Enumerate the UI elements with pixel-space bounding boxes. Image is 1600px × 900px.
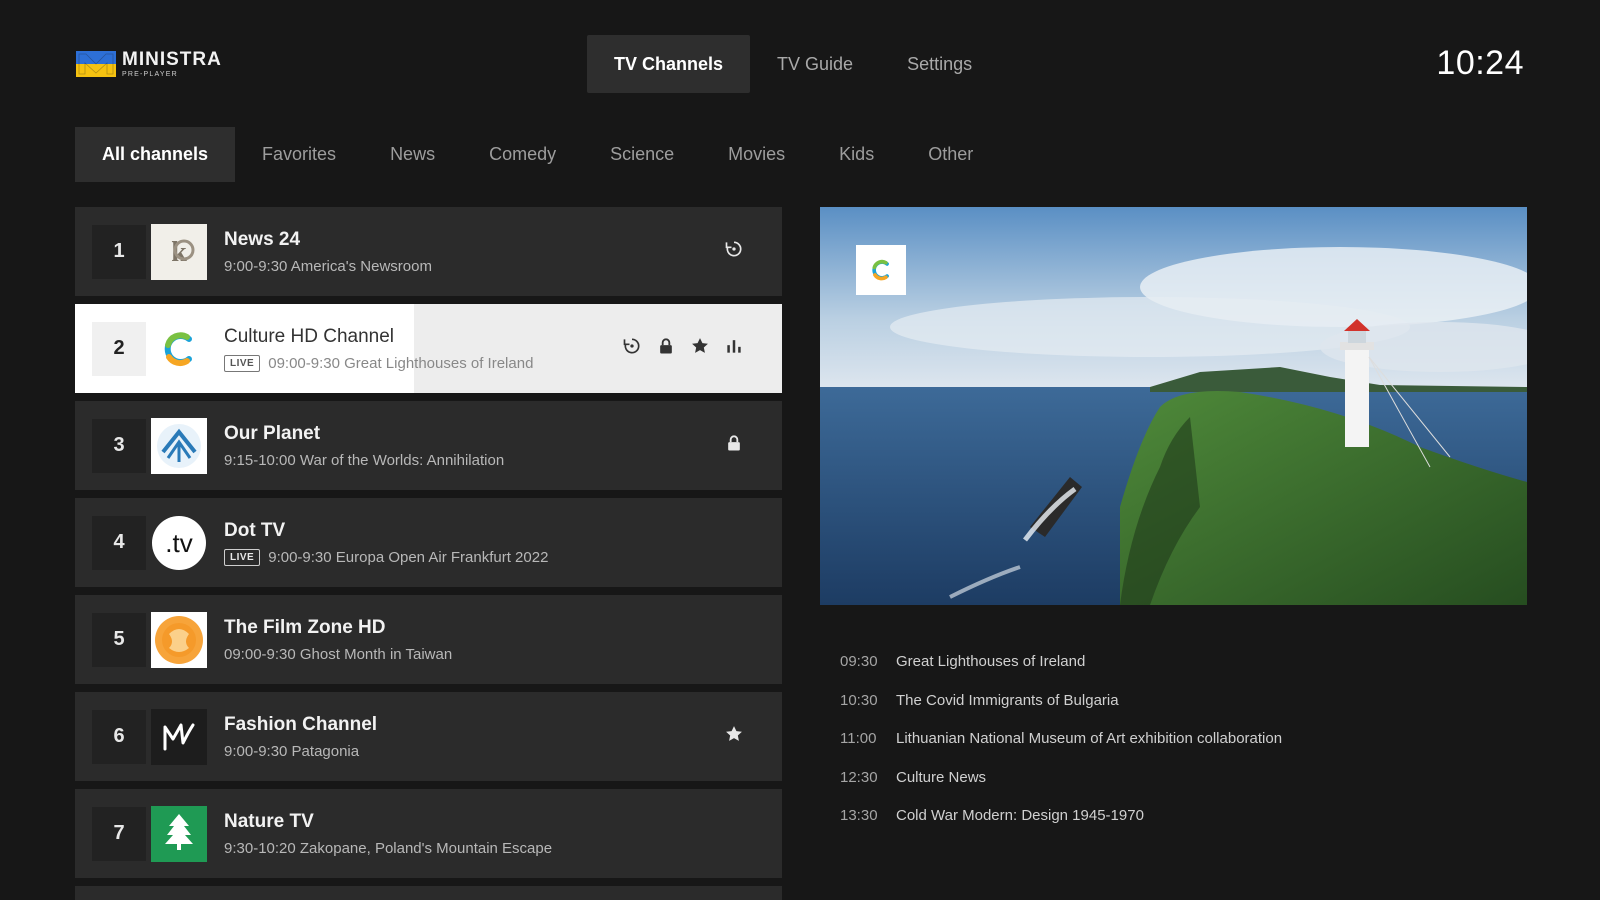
top-nav: TV Channels TV Guide Settings xyxy=(587,35,999,93)
tab-other[interactable]: Other xyxy=(901,127,1000,182)
schedule-time: 11:00 xyxy=(840,730,877,747)
channel-number: 2 xyxy=(92,321,146,376)
channel-row-nature-tv[interactable]: 7 Nature TV 9:30-10:20 Zakopane, Poland'… xyxy=(75,789,782,878)
schedule-title: Cold War Modern: Design 1945-1970 xyxy=(896,807,1144,824)
channel-number: 4 xyxy=(92,515,146,570)
channel-preview[interactable] xyxy=(820,207,1527,605)
channel-program: 9:00-9:30 Europa Open Air Frankfurt 2022 xyxy=(268,548,549,566)
channel-name: Nature TV xyxy=(224,810,314,832)
channel-row-our-planet[interactable]: 3 Our Planet 9:15-10:00 War of the World… xyxy=(75,401,782,490)
schedule-time: 09:30 xyxy=(840,653,878,670)
star-icon xyxy=(690,336,710,361)
channel-name: Dot TV xyxy=(224,519,286,541)
channel-number: 3 xyxy=(92,418,146,473)
nav-settings[interactable]: Settings xyxy=(880,35,999,93)
schedule-title: Great Lighthouses of Ireland xyxy=(896,653,1086,670)
replay-icon xyxy=(622,336,642,361)
channel-row-culture-hd[interactable]: 2 Culture HD Channel LIVE 09:00-9:30 Gre… xyxy=(75,304,782,393)
equalizer-icon xyxy=(724,336,744,361)
star-icon xyxy=(724,724,744,749)
nature-tv-logo-icon xyxy=(151,805,207,862)
channel-row-film-zone-hd[interactable]: 5 The Film Zone HD 09:00-9:30 Ghost Mont… xyxy=(75,595,782,684)
channel-list: 1 k News 24 9:00-9:30 America's Newsroom… xyxy=(75,207,782,900)
dot-tv-logo-icon: .tv xyxy=(151,515,207,571)
schedule-title: Lithuanian National Museum of Art exhibi… xyxy=(896,730,1283,747)
lighthouse-preview-image xyxy=(820,207,1527,605)
channel-row-fashion-channel[interactable]: 6 Fashion Channel 9:00-9:30 Patagonia xyxy=(75,692,782,781)
channel-number: 6 xyxy=(92,709,146,764)
schedule-title: Culture News xyxy=(896,768,987,786)
preview-channel-logo-icon xyxy=(856,245,906,295)
channel-name: The Film Zone HD xyxy=(224,616,386,638)
schedule-item[interactable]: 10:30 The Covid Immigrants of Bulgaria xyxy=(840,692,1282,731)
channel-row-dot-tv[interactable]: 4 .tv Dot TV LIVE 9:00-9:30 Europa Open … xyxy=(75,498,782,587)
tab-movies[interactable]: Movies xyxy=(701,127,812,182)
schedule-item[interactable]: 12:30 Culture News xyxy=(840,769,1282,808)
fashion-channel-logo-icon xyxy=(151,708,207,765)
schedule-item[interactable]: 13:30 Cold War Modern: Design 1945-1970 xyxy=(840,807,1282,846)
channel-name: Our Planet xyxy=(224,422,321,444)
replay-icon xyxy=(724,239,744,264)
tab-favorites[interactable]: Favorites xyxy=(235,127,363,182)
channel-program: 9:00-9:30 Patagonia xyxy=(224,742,360,760)
schedule-time: 13:30 xyxy=(840,807,878,824)
schedule-item[interactable]: 09:30 Great Lighthouses of Ireland xyxy=(840,653,1282,692)
film-zone-logo-icon xyxy=(151,611,207,668)
our-planet-logo-icon xyxy=(151,417,207,474)
clock: 10:24 xyxy=(1436,44,1524,82)
svg-text:.tv: .tv xyxy=(165,528,192,558)
schedule-item[interactable]: 11:00 Lithuanian National Museum of Art … xyxy=(840,730,1282,769)
channel-name: Culture HD Channel xyxy=(224,325,395,347)
culture-hd-logo-icon xyxy=(151,320,207,377)
brand-title: MINISTRA xyxy=(122,49,222,70)
channel-number: 7 xyxy=(92,806,146,861)
lock-icon xyxy=(724,433,744,458)
program-schedule: 09:30 Great Lighthouses of Ireland 10:30… xyxy=(840,653,1282,846)
channel-name: Fashion Channel xyxy=(224,713,378,735)
schedule-time: 12:30 xyxy=(840,768,878,786)
brand-logo: MINISTRA PRE-PLAYER xyxy=(76,50,222,78)
channel-name: News 24 xyxy=(224,228,301,250)
channel-row-partial[interactable] xyxy=(75,886,782,900)
channel-row-news-24[interactable]: 1 k News 24 9:00-9:30 America's Newsroom xyxy=(75,207,782,296)
nav-tv-guide[interactable]: TV Guide xyxy=(750,35,880,93)
channel-program: 9:30-10:20 Zakopane, Poland's Mountain E… xyxy=(224,839,553,857)
channel-program: 09:00-9:30 Great Lighthouses of Ireland xyxy=(268,354,534,372)
schedule-time: 10:30 xyxy=(840,691,878,709)
live-badge: LIVE xyxy=(224,548,261,566)
channel-program: 09:00-9:30 Ghost Month in Taiwan xyxy=(224,645,453,663)
news-24-logo-icon: k xyxy=(151,223,207,280)
channel-number: 1 xyxy=(92,224,146,279)
tab-science[interactable]: Science xyxy=(583,127,701,182)
channel-program: 9:00-9:30 America's Newsroom xyxy=(224,257,432,275)
live-badge: LIVE xyxy=(224,354,261,372)
channel-number: 5 xyxy=(92,612,146,667)
lock-icon xyxy=(656,336,676,361)
channel-program: 9:15-10:00 War of the Worlds: Annihilati… xyxy=(224,451,505,469)
tab-all-channels[interactable]: All channels xyxy=(75,127,236,182)
schedule-title: The Covid Immigrants of Bulgaria xyxy=(896,691,1119,709)
category-tabs: All channels Favorites News Comedy Scien… xyxy=(75,127,1000,182)
tab-comedy[interactable]: Comedy xyxy=(462,127,583,182)
brand-subtitle: PRE-PLAYER xyxy=(122,71,178,78)
tab-kids[interactable]: Kids xyxy=(812,127,901,182)
tab-news[interactable]: News xyxy=(363,127,462,182)
ministra-logo-icon xyxy=(76,51,116,77)
nav-tv-channels[interactable]: TV Channels xyxy=(587,35,751,93)
